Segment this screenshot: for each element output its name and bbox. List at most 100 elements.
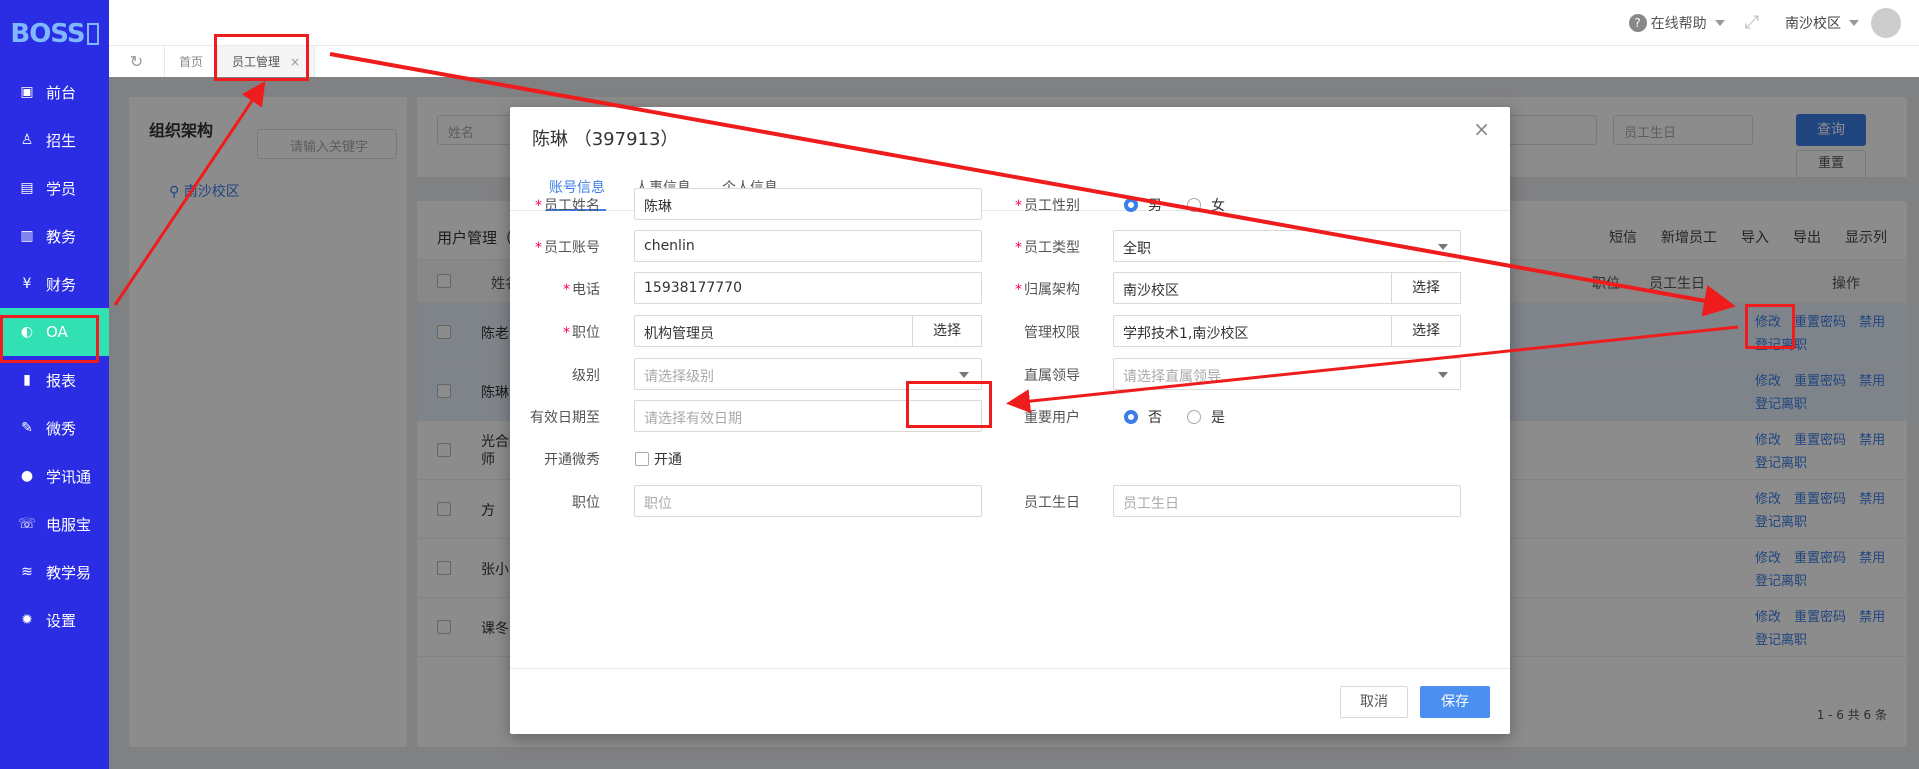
user-add-icon: ♙ [20, 132, 34, 148]
help-icon: ? [1628, 13, 1647, 32]
tab-account-info[interactable]: 账号信息 [549, 177, 605, 197]
online-help-label: 在线帮助 [1650, 15, 1707, 32]
sidebar-item-frontdesk[interactable]: ▣ 前台 [0, 68, 109, 116]
leader-select[interactable]: 请选择直属领导 [1113, 358, 1461, 390]
staff-name-field[interactable]: 陈琳 [634, 188, 982, 220]
sidebar-item-academic[interactable]: ▥ 教务 [0, 212, 109, 260]
important-yes-radio[interactable] [1187, 410, 1201, 424]
gender-label: * 员工性别 [1015, 198, 1080, 214]
sidebar-item-students[interactable]: ▤ 学员 [0, 164, 109, 212]
phone-label: * 电话 [563, 282, 600, 298]
org-select-button[interactable]: 选择 [1391, 272, 1461, 304]
cancel-button[interactable]: 取消 [1340, 686, 1408, 718]
gear-icon: ✹ [21, 612, 33, 628]
sidebar-item-label: 财务 [46, 275, 77, 294]
annotation-box-oa [0, 315, 99, 363]
annotation-box-select [906, 381, 992, 428]
location-icon: ● [20, 468, 34, 484]
important-no-label: 否 [1148, 410, 1162, 426]
sidebar-item-finance[interactable]: ¥ 财务 [0, 260, 109, 308]
level-placeholder: 请选择级别 [644, 369, 714, 385]
sidebar-item-label: 教学易 [46, 563, 92, 582]
close-icon[interactable]: × [1473, 117, 1490, 141]
gender-male-label: 男 [1148, 198, 1162, 214]
sidebar-item-enroll[interactable]: ♙ 招生 [0, 116, 109, 164]
sidebar-item-label: 微秀 [46, 419, 77, 438]
weixiu-label: 开通微秀 [544, 452, 600, 468]
save-button[interactable]: 保存 [1420, 686, 1490, 718]
important-yes-label: 是 [1211, 410, 1225, 426]
teach-icon: ≋ [21, 564, 33, 580]
annotation-box-edit [1745, 304, 1795, 349]
book-icon: ▥ [20, 228, 34, 244]
sidebar: BOSS ▣ 前台 ♙ 招生 ▤ 学员 ▥ 教务 ¥ 财务 ◐ OA ▮ 报表 ✎ 微秀 ● 学讯… [0, 0, 109, 769]
weixiu-option-label: 开通 [654, 452, 682, 468]
modal-footer: 取消 保存 [510, 668, 1510, 734]
sidebar-item-label: 电服宝 [46, 515, 92, 534]
boss-logo[interactable]: BOSS [0, 0, 109, 68]
staff-type-value: 全职 [1123, 241, 1151, 257]
position-label: * 职位 [563, 325, 600, 341]
chevron-down-icon [1849, 19, 1859, 26]
fullscreen-icon[interactable]: ⤢ [1745, 12, 1759, 33]
tab-home[interactable]: 首页 [165, 45, 219, 78]
name-label: * 员工姓名 [535, 198, 600, 214]
phone-field[interactable]: 15938177770 [634, 272, 982, 304]
sidebar-item-reports[interactable]: ▮ 报表 [0, 356, 109, 404]
show-icon: ✎ [21, 420, 33, 436]
important-no-radio[interactable] [1124, 410, 1138, 424]
sidebar-item-jiaoxueyi[interactable]: ≋ 教学易 [0, 548, 109, 596]
sidebar-item-settings[interactable]: ✹ 设置 [0, 596, 109, 644]
tab-label: 首页 [179, 55, 204, 69]
edit-staff-modal: 陈琳 （397913） × 账号信息 人事信息 个人信息 *员工姓名 陈琳 *员… [510, 107, 1510, 734]
org-label: * 归属架构 [1015, 282, 1080, 298]
sidebar-item-label: 报表 [46, 371, 77, 390]
top-header: ? 在线帮助 ⤢ 南沙校区 [109, 0, 1919, 45]
sidebar-item-label: 学员 [46, 179, 77, 198]
money-icon: ¥ [22, 276, 32, 292]
permission-label: 管理权限 [1024, 325, 1080, 341]
staff-account-field[interactable]: chenlin [634, 230, 982, 262]
sidebar-item-label: 招生 [46, 131, 77, 150]
birthday-field[interactable]: 员工生日 [1113, 485, 1461, 517]
sidebar-item-label: 前台 [46, 83, 77, 102]
sidebar-item-label: 学讯通 [46, 467, 92, 486]
campus-selector[interactable]: 南沙校区 [1785, 13, 1859, 33]
online-help-menu[interactable]: ? 在线帮助 [1628, 13, 1725, 33]
sidebar-item-label: 教务 [46, 227, 77, 246]
weixiu-checkbox[interactable] [635, 452, 649, 466]
sidebar-item-weixiu[interactable]: ✎ 微秀 [0, 404, 109, 452]
birthday-label: 员工生日 [1024, 495, 1080, 511]
refresh-icon[interactable]: ↻ [109, 45, 165, 78]
chevron-down-icon [1438, 372, 1448, 378]
bar-chart-icon: ▮ [23, 372, 31, 388]
sidebar-item-xuexuntong[interactable]: ● 学讯通 [0, 452, 109, 500]
chevron-down-icon [1438, 244, 1448, 250]
sidebar-item-label: 设置 [46, 611, 77, 630]
gender-female-radio[interactable] [1187, 198, 1201, 212]
sidebar-item-dianfubao[interactable]: ☏ 电服宝 [0, 500, 109, 548]
account-label: * 员工账号 [535, 240, 600, 256]
permission-select-button[interactable]: 选择 [1391, 315, 1461, 347]
type-label: * 员工类型 [1015, 240, 1080, 256]
campus-label: 南沙校区 [1785, 15, 1841, 32]
phone-icon: ☏ [18, 516, 36, 532]
avatar[interactable] [1871, 7, 1901, 38]
gender-male-radio[interactable] [1124, 198, 1138, 212]
level-label: 级别 [572, 368, 600, 384]
calendar-icon: ▣ [20, 84, 34, 100]
logo-text: BOSS [10, 19, 85, 49]
modal-title: 陈琳 （397913） [532, 129, 679, 150]
logo-mark-icon [86, 23, 99, 45]
title-label: 职位 [572, 495, 600, 511]
leader-placeholder: 请选择直属领导 [1123, 369, 1221, 385]
chevron-down-icon [1714, 19, 1725, 26]
chevron-down-icon [959, 372, 969, 378]
valid-date-label: 有效日期至 [530, 410, 600, 426]
id-card-icon: ▤ [20, 180, 34, 196]
page-tabs-bar: ↻ 首页 员工管理 × [109, 45, 1919, 78]
gender-female-label: 女 [1211, 198, 1225, 214]
staff-type-select[interactable]: 全职 [1113, 230, 1461, 262]
annotation-box-tab [214, 34, 309, 81]
title-field[interactable]: 职位 [634, 485, 982, 517]
